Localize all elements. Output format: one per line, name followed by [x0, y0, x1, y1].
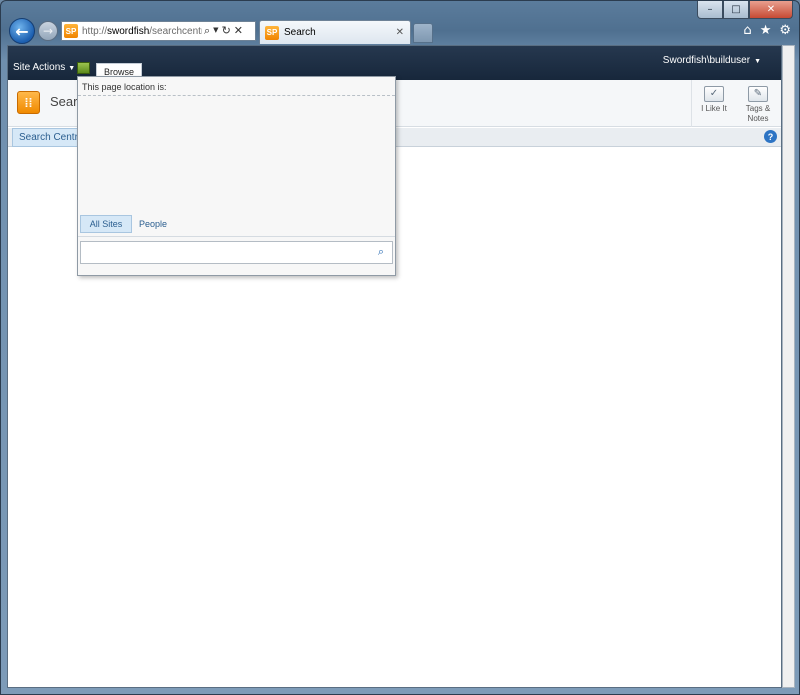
browser-tab-search[interactable]: SP Search ✕ — [259, 20, 411, 44]
tags-notes-button[interactable]: ✎ Tags & Notes — [736, 80, 780, 127]
search-input[interactable] — [81, 242, 371, 263]
chevron-down-icon: ▼ — [68, 65, 76, 72]
home-icon[interactable]: ⌂ — [743, 23, 751, 38]
i-like-it-button[interactable]: ✓ I Like It — [691, 80, 736, 127]
command-icons: ⌂ ★ ⚙ — [743, 23, 791, 38]
tags-notes-label: Tags & Notes — [736, 104, 780, 124]
navigate-up-popup: This page location is: All Sites People … — [77, 76, 396, 276]
back-arrow-icon[interactable]: ← — [9, 18, 35, 44]
i-like-it-label: I Like It — [701, 104, 727, 113]
vertical-scrollbar[interactable] — [782, 45, 795, 688]
url-path: /searchcentre/ — [149, 25, 202, 37]
site-actions-label: Site Actions — [13, 62, 66, 73]
star-icon[interactable]: ★ — [760, 23, 772, 38]
page-location-label: This page location is: — [82, 82, 167, 92]
tag-note-icon: ✎ — [748, 86, 768, 102]
address-bar[interactable]: SP http://swordfish/searchcentre/ ⌕ ▼ ↻ … — [61, 21, 256, 41]
url-host: swordfish — [107, 25, 150, 37]
user-name: Swordfish\builduser — [662, 55, 751, 66]
sharepoint-ribbon: Site Actions ▼ Browse Swordfish\builduser… — [8, 46, 781, 80]
chevron-down-icon[interactable]: ▼ — [213, 24, 218, 38]
gear-icon[interactable]: ⚙ — [779, 23, 791, 38]
site-logo-icon[interactable]: ⁞⁞ — [17, 91, 40, 114]
scope-all-sites[interactable]: All Sites — [80, 215, 132, 233]
tab-favicon-icon: SP — [265, 25, 279, 40]
search-box: ⌕ — [80, 241, 393, 264]
url-text[interactable]: http://swordfish/searchcentre/ — [82, 26, 202, 37]
thumbs-tag-icon: ✓ — [704, 86, 724, 102]
chevron-down-icon: ▼ — [754, 58, 761, 65]
url-prefix: http:// — [82, 25, 108, 37]
navigate-up-icon[interactable] — [77, 62, 90, 74]
browser-window: – □ ✕ ← → SP http://swordfish/searchcent… — [0, 0, 800, 695]
help-icon[interactable]: ? — [764, 130, 777, 143]
site-actions-menu[interactable]: Site Actions ▼ — [13, 62, 75, 73]
tags-notes-line2: Notes — [747, 114, 769, 123]
browser-nav-row: ← → SP http://swordfish/searchcentre/ ⌕ … — [1, 17, 800, 45]
forward-arrow-icon[interactable]: → — [38, 21, 58, 41]
site-favicon-icon: SP — [64, 24, 78, 38]
address-bar-actions: ⌕ ▼ ↻ ✕ — [204, 24, 243, 38]
tab-title: Search — [284, 27, 316, 38]
refresh-icon[interactable]: ↻ — [222, 24, 231, 38]
tags-notes-line1: Tags & — [745, 104, 771, 113]
search-icon[interactable]: ⌕ — [374, 245, 388, 259]
scope-people[interactable]: People — [139, 215, 167, 233]
stop-icon[interactable]: ✕ — [234, 24, 243, 38]
new-tab-button[interactable] — [413, 23, 433, 43]
search-icon[interactable]: ⌕ — [204, 24, 210, 38]
user-menu[interactable]: Swordfish\builduser ▼ — [663, 55, 761, 66]
popup-divider — [78, 236, 395, 237]
popup-divider — [78, 95, 395, 96]
page-content: Site Actions ▼ Browse Swordfish\builduser… — [7, 45, 782, 688]
tab-close-icon[interactable]: ✕ — [396, 27, 404, 38]
